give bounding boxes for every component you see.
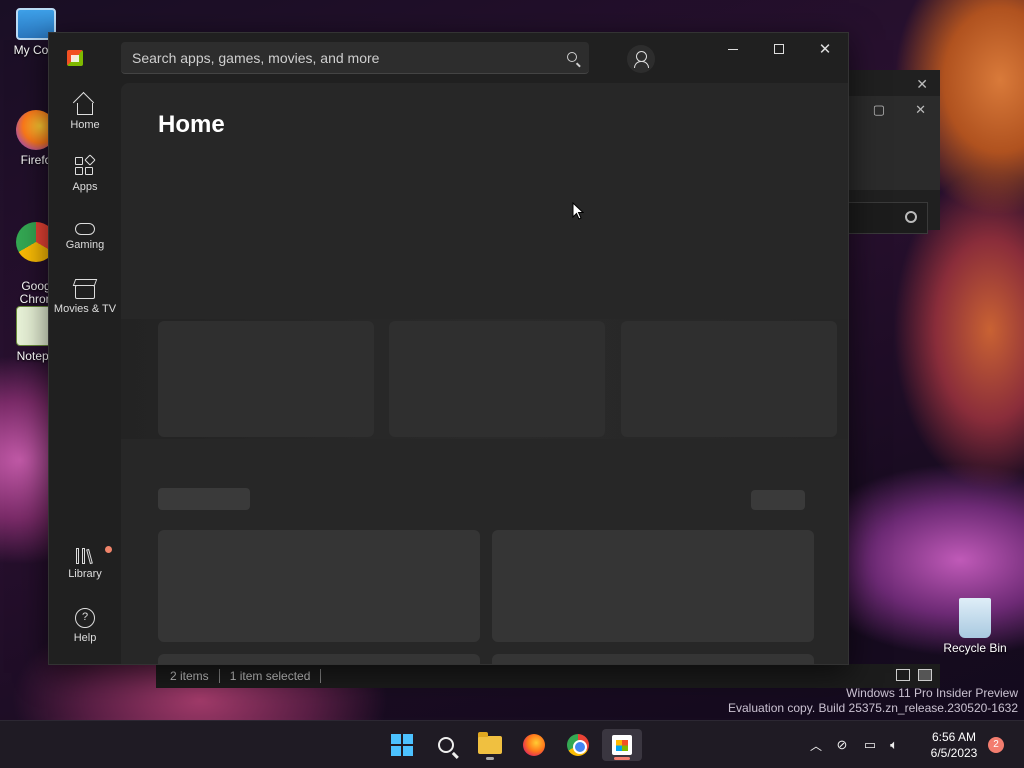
- chevron-up-icon[interactable]: ︿: [806, 737, 826, 754]
- apps-icon: [75, 154, 96, 177]
- volume-icon[interactable]: 🔈︎: [882, 737, 906, 753]
- search-input[interactable]: Search apps, games, movies, and more: [121, 42, 589, 74]
- hero-card-placeholder: [158, 321, 374, 437]
- nav-item-apps[interactable]: Apps: [53, 149, 117, 205]
- details-view-icon[interactable]: [896, 669, 910, 681]
- nav-label: Help: [73, 632, 97, 644]
- account-icon[interactable]: [627, 45, 655, 73]
- search-placeholder: Search apps, games, movies, and more: [132, 49, 380, 66]
- system-tray: ︿ ⊘ ▭ 🔈︎: [806, 721, 906, 768]
- folder-icon: [478, 732, 502, 754]
- maximize-icon[interactable]: ▢: [873, 102, 885, 118]
- title-bar: Search apps, games, movies, and more ✕: [49, 33, 848, 83]
- running-indicator: [486, 757, 494, 760]
- clock[interactable]: 6:56 AM 6/5/2023: [924, 729, 984, 761]
- clock-time: 6:56 AM: [931, 730, 977, 744]
- firefox-icon: [523, 734, 545, 756]
- home-icon: [77, 103, 93, 115]
- store-logo-icon: [67, 50, 83, 66]
- taskbar-chrome[interactable]: [558, 729, 598, 761]
- nav-item-movies-tv[interactable]: Movies & TV: [53, 273, 117, 329]
- taskbar-microsoft-store[interactable]: [602, 729, 642, 761]
- hero-card-placeholder: [621, 321, 837, 437]
- see-all-placeholder: [751, 490, 805, 510]
- gaming-icon: [75, 223, 95, 235]
- help-icon: ?: [75, 608, 95, 628]
- tile-placeholder: [158, 530, 480, 642]
- watermark-line-1: Windows 11 Pro Insider Preview: [846, 686, 1018, 700]
- main-content: Home: [121, 83, 848, 664]
- hero-card-placeholder: [389, 321, 605, 437]
- search-icon: [438, 737, 454, 753]
- selection-count: 1 item selected: [229, 669, 311, 683]
- explorer-status-bar: 2 items 1 item selected: [156, 664, 940, 688]
- navigation-pane: Home Apps Gaming Movies & TV Library ? H…: [49, 83, 121, 664]
- search-icon: [905, 211, 917, 223]
- notification-badge[interactable]: 2: [988, 737, 1004, 753]
- nav-label: Gaming: [65, 239, 105, 251]
- close-icon[interactable]: ✕: [916, 76, 928, 93]
- device-icon[interactable]: ▭: [858, 737, 882, 753]
- taskbar-firefox[interactable]: [514, 729, 554, 761]
- nav-label: Library: [68, 568, 102, 580]
- explorer-search-box[interactable]: [848, 202, 928, 234]
- minimize-button[interactable]: [710, 33, 756, 65]
- nav-item-library[interactable]: Library: [53, 538, 117, 594]
- close-button[interactable]: ✕: [802, 33, 848, 65]
- nav-item-help[interactable]: ? Help: [53, 600, 117, 656]
- section-title-placeholder: [158, 488, 250, 510]
- movies-icon: [75, 285, 95, 299]
- update-badge: [105, 546, 112, 553]
- nav-item-gaming[interactable]: Gaming: [53, 211, 117, 267]
- recycle-bin-icon: [959, 598, 991, 638]
- taskbar: ︿ ⊘ ▭ 🔈︎ 6:56 AM 6/5/2023 2: [0, 720, 1024, 768]
- close-icon: ✕: [818, 41, 832, 58]
- maximize-icon: [774, 44, 784, 54]
- recycle-bin-label: Recycle Bin: [943, 641, 1007, 655]
- maximize-button[interactable]: [756, 33, 802, 65]
- windows-logo-icon: [391, 734, 413, 756]
- divider: [218, 669, 220, 683]
- nav-label: Home: [70, 119, 100, 131]
- taskbar-file-explorer[interactable]: [470, 729, 510, 761]
- tile-placeholder: [492, 530, 814, 642]
- running-indicator: [614, 757, 630, 760]
- microsoft-store-window[interactable]: Search apps, games, movies, and more ✕ H…: [48, 32, 849, 665]
- nav-label: Movies & TV: [53, 303, 117, 315]
- network-icon[interactable]: ⊘: [826, 737, 858, 753]
- clock-date: 6/5/2023: [930, 746, 978, 760]
- desktop-icon-recycle-bin[interactable]: Recycle Bin: [943, 598, 1007, 655]
- watermark-line-2: Evaluation copy. Build 25375.zn_release.…: [728, 701, 1018, 715]
- chrome-icon: [567, 734, 589, 756]
- nav-item-home[interactable]: Home: [53, 87, 117, 143]
- start-button[interactable]: [382, 729, 422, 761]
- page-title: Home: [158, 111, 225, 138]
- divider: [320, 669, 322, 683]
- minimize-icon: [728, 48, 738, 50]
- tile-placeholder: [492, 654, 814, 664]
- search-icon[interactable]: [567, 52, 577, 62]
- nav-label: Apps: [72, 181, 98, 193]
- close-icon[interactable]: ✕: [915, 102, 926, 118]
- store-icon: [612, 735, 632, 755]
- file-explorer-window[interactable]: ▢ ✕: [848, 96, 940, 190]
- tiles-view-icon[interactable]: [918, 669, 932, 681]
- taskbar-search-button[interactable]: [426, 729, 466, 761]
- item-count: 2 items: [170, 669, 209, 683]
- tile-placeholder: [158, 654, 480, 664]
- library-icon: [75, 546, 95, 565]
